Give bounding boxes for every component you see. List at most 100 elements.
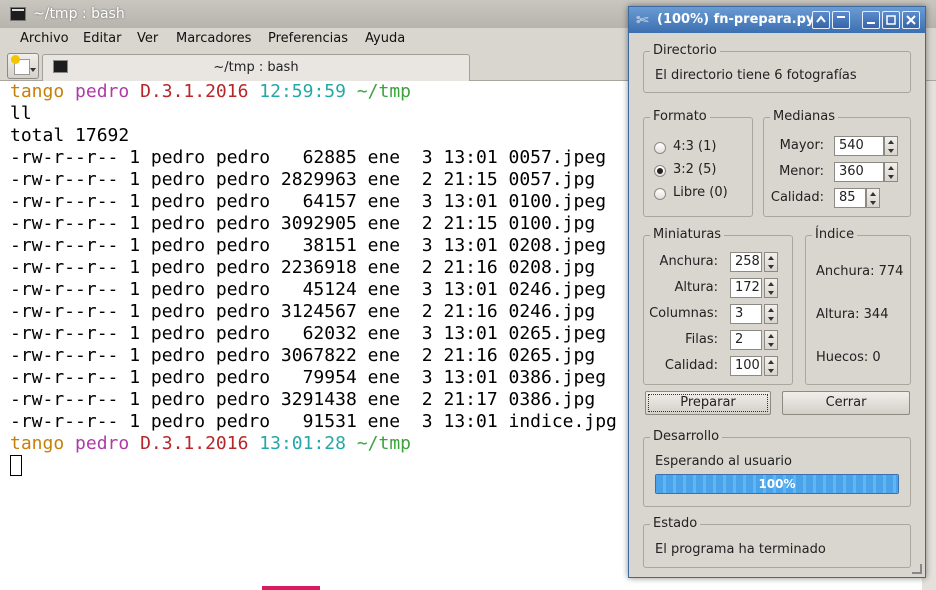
- radio-libre-label: Libre (0): [673, 185, 728, 200]
- chevron-down-icon: [30, 68, 36, 72]
- indice-title: Índice: [812, 227, 858, 242]
- star-icon: [11, 55, 20, 64]
- radio-3-2-label: 3:2 (5): [673, 162, 717, 177]
- filas-arrows[interactable]: [764, 330, 778, 350]
- prompt-dir: ~/tmp: [356, 433, 412, 454]
- radio-4-3-label: 4:3 (1): [673, 139, 717, 154]
- file-line: -rw-r--r-- 1 pedro pedro 79954 ene 3 13:…: [10, 367, 607, 388]
- prompt-time: 12:59:59: [259, 81, 346, 102]
- resize-grip[interactable]: [912, 564, 922, 574]
- file-line: -rw-r--r-- 1 pedro pedro 64157 ene 3 13:…: [10, 191, 607, 212]
- progress-bar: 100%: [655, 474, 899, 494]
- menu-marcadores[interactable]: Marcadores: [176, 31, 251, 46]
- columnas-label: Columnas:: [649, 306, 718, 321]
- dialog-body: Directorio El directorio tiene 6 fotogra…: [629, 33, 925, 577]
- prompt-host: tango: [10, 433, 65, 454]
- command-line: ll: [10, 103, 32, 124]
- calidad-miniaturas-arrows[interactable]: [764, 356, 778, 376]
- prompt-user: pedro: [75, 81, 130, 102]
- menu-archivo[interactable]: Archivo: [20, 31, 69, 46]
- mayor-label: Mayor:: [779, 138, 824, 153]
- terminal-output: tango pedro D.3.1.2016 12:59:59 ~/tmp ll…: [10, 81, 617, 477]
- prompt-dir: ~/tmp: [356, 81, 412, 102]
- maximize-icon: [886, 15, 896, 25]
- menu-editar[interactable]: Editar: [83, 31, 122, 46]
- formato-group: Formato 4:3 (1) 3:2 (5) Libre (0): [643, 109, 753, 217]
- up-arrow-icon: [768, 282, 774, 286]
- up-arrow-icon: [768, 360, 774, 364]
- menor-label: Menor:: [779, 164, 824, 179]
- file-line: -rw-r--r-- 1 pedro pedro 3067822 ene 2 2…: [10, 345, 596, 366]
- preparar-button[interactable]: Preparar: [645, 391, 771, 415]
- shade-button[interactable]: [832, 11, 850, 29]
- up-arrow-icon: [888, 140, 894, 144]
- menu-ayuda[interactable]: Ayuda: [365, 31, 405, 46]
- miniaturas-group: Miniaturas Anchura: 258 Altura: 172 Colu…: [643, 227, 793, 385]
- close-window-button[interactable]: [902, 11, 920, 29]
- altura-label: Altura:: [674, 280, 718, 295]
- directorio-text: El directorio tiene 6 fotografías: [655, 68, 857, 83]
- menu-ver[interactable]: Ver: [137, 31, 158, 46]
- mayor-arrows[interactable]: [884, 136, 898, 156]
- shade-icon: [837, 16, 845, 18]
- down-arrow-icon: [870, 201, 876, 205]
- down-arrow-icon: [888, 149, 894, 153]
- menor-field[interactable]: 360: [834, 162, 884, 182]
- indice-altura: Altura: 344: [816, 307, 889, 322]
- formato-title: Formato: [650, 109, 710, 124]
- down-arrow-icon: [768, 343, 774, 347]
- prompt-host: tango: [10, 81, 65, 102]
- dialog-title: (100%) fn-prepara.py: [657, 12, 815, 27]
- keep-above-button[interactable]: [812, 11, 830, 29]
- down-arrow-icon: [768, 369, 774, 373]
- cerrar-button[interactable]: Cerrar: [782, 391, 910, 415]
- directorio-title: Directorio: [650, 43, 720, 58]
- radio-libre[interactable]: [654, 188, 666, 200]
- radio-3-2[interactable]: [654, 165, 666, 177]
- indice-group: Índice Anchura: 774 Altura: 344 Huecos: …: [805, 227, 911, 385]
- minimize-button[interactable]: [862, 11, 880, 29]
- anchura-field[interactable]: 258: [730, 252, 762, 272]
- radio-4-3[interactable]: [654, 142, 666, 154]
- up-arrow-icon: [768, 256, 774, 260]
- maximize-button[interactable]: [882, 11, 900, 29]
- menu-preferencias[interactable]: Preferencias: [268, 31, 348, 46]
- terminal-icon: [10, 7, 26, 21]
- calidad-miniaturas-label: Calidad:: [664, 358, 718, 373]
- calidad-medianas-field[interactable]: 85: [834, 188, 866, 208]
- desarrollo-status: Esperando al usuario: [655, 454, 792, 469]
- filas-field[interactable]: 2: [730, 330, 762, 350]
- file-line: -rw-r--r-- 1 pedro pedro 3291438 ene 2 2…: [10, 389, 596, 410]
- terminal-window-title: ~/tmp : bash: [33, 6, 125, 22]
- prompt-line: tango pedro D.3.1.2016 13:01:28 ~/tmp: [10, 433, 617, 455]
- tab-bash[interactable]: ~/tmp : bash: [42, 54, 470, 81]
- anchura-label: Anchura:: [659, 254, 718, 269]
- anchura-arrows[interactable]: [764, 252, 778, 272]
- up-arrow-icon: [888, 166, 894, 170]
- altura-arrows[interactable]: [764, 278, 778, 298]
- columnas-arrows[interactable]: [764, 304, 778, 324]
- new-tab-button[interactable]: [7, 53, 39, 79]
- prompt-user: pedro: [75, 433, 130, 454]
- file-line: -rw-r--r-- 1 pedro pedro 3124567 ene 2 2…: [10, 301, 596, 322]
- up-arrow-icon: [768, 308, 774, 312]
- mayor-field[interactable]: 540: [834, 136, 884, 156]
- desarrollo-title: Desarrollo: [650, 429, 723, 444]
- menor-arrows[interactable]: [884, 162, 898, 182]
- down-arrow-icon: [768, 265, 774, 269]
- file-line: -rw-r--r-- 1 pedro pedro 2236918 ene 2 2…: [10, 257, 596, 278]
- calidad-medianas-label: Calidad:: [770, 190, 824, 205]
- minimize-icon: [867, 22, 875, 24]
- calidad-medianas-arrows[interactable]: [866, 188, 880, 208]
- up-arrow-icon: [870, 192, 876, 196]
- dialog-titlebar[interactable]: ✄ (100%) fn-prepara.py: [629, 7, 925, 33]
- filas-label: Filas:: [685, 332, 718, 347]
- indice-anchura: Anchura: 774: [816, 264, 904, 279]
- calidad-miniaturas-field[interactable]: 100: [730, 356, 762, 376]
- file-line: -rw-r--r-- 1 pedro pedro 38151 ene 3 13:…: [10, 235, 607, 256]
- columnas-field[interactable]: 3: [730, 304, 762, 324]
- altura-field[interactable]: 172: [730, 278, 762, 298]
- estado-title: Estado: [650, 516, 701, 531]
- estado-text: El programa ha terminado: [655, 542, 826, 557]
- prompt-version: D.3.1.2016: [140, 81, 249, 102]
